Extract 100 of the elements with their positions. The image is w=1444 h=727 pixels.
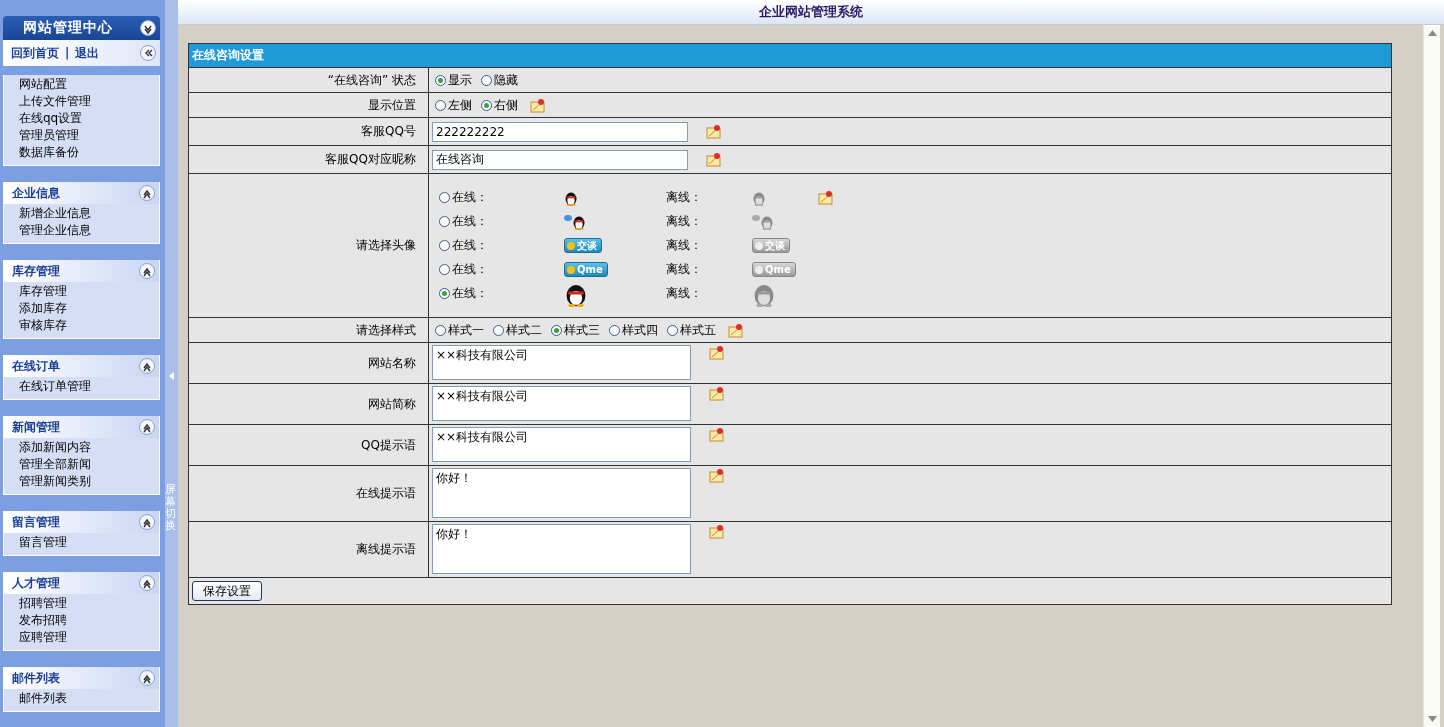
text-area[interactable]: ××科技有限公司 (432, 427, 691, 462)
menu-header[interactable]: 新闻管理 (4, 416, 159, 438)
menu-header[interactable]: 留言管理 (4, 511, 159, 533)
field-label: QQ提示语 (361, 436, 416, 454)
scroll-down-icon[interactable] (1427, 716, 1437, 722)
expand-icon[interactable] (140, 20, 156, 36)
nav-link[interactable]: 退出 (75, 44, 100, 62)
arrow-left-icon (169, 372, 174, 380)
status-badge: Qme (564, 262, 608, 277)
field-label: “在线咨询” 状态 (327, 71, 416, 89)
radio-label: 样式四 (622, 321, 658, 339)
radio-label: 隐藏 (494, 71, 518, 89)
scrollbar[interactable] (1423, 25, 1440, 727)
collapse-icon (139, 514, 155, 530)
collapse-icon (139, 263, 155, 279)
menu-item[interactable]: 网站配置 (19, 76, 159, 93)
menu-title[interactable]: 新闻管理 (12, 418, 60, 436)
menu-title[interactable]: 库存管理 (12, 262, 60, 280)
radio-button[interactable] (493, 324, 504, 336)
radio-label: 离线： (666, 285, 703, 302)
text-field[interactable]: 222222222 (432, 121, 688, 142)
menu-header[interactable]: 库存管理 (4, 260, 159, 282)
edit-note-icon (709, 386, 725, 401)
menu-item[interactable]: 管理企业信息 (19, 222, 159, 239)
text-area[interactable]: ××科技有限公司 (432, 386, 691, 421)
menu-title[interactable]: 留言管理 (12, 513, 60, 531)
radio-button[interactable] (551, 324, 562, 336)
menu-title[interactable]: 在线订单 (12, 357, 60, 375)
field-label: 离线提示语 (356, 541, 416, 558)
menu-title[interactable]: 人才管理 (12, 574, 60, 592)
radio-label: 在线： (452, 261, 488, 278)
sidebar-title: 网站管理中心 (23, 19, 113, 37)
collapse-icon (139, 185, 155, 201)
radio-button[interactable] (439, 240, 450, 251)
field-label: 请选择头像 (356, 237, 416, 254)
status-badge: 交谈 (564, 238, 602, 253)
radio-button[interactable] (439, 288, 450, 299)
radio-button[interactable] (439, 216, 450, 227)
menu-item[interactable]: 留言管理 (19, 534, 159, 551)
radio-button[interactable] (481, 74, 492, 86)
menu-item[interactable]: 上传文件管理 (19, 93, 159, 110)
field-label: 显示位置 (368, 96, 416, 114)
radio-label: 样式五 (680, 321, 716, 339)
radio-label: 显示 (448, 71, 472, 89)
menu-header[interactable]: 邮件列表 (4, 667, 159, 689)
radio-button[interactable] (439, 264, 450, 275)
menu-item[interactable]: 库存管理 (19, 283, 159, 300)
menu-item[interactable]: 发布招聘 (19, 612, 159, 629)
radio-label: 样式一 (448, 321, 484, 339)
radio-button[interactable] (609, 324, 620, 336)
collapse-icon (139, 358, 155, 374)
save-button[interactable]: 保存设置 (192, 581, 262, 601)
radio-label: 在线： (452, 189, 488, 206)
collapse-left-icon (140, 45, 156, 61)
field-label: 网站名称 (368, 354, 416, 372)
collapse-icon (139, 575, 155, 591)
menu-item[interactable]: 在线订单管理 (19, 378, 159, 395)
separator: | (65, 46, 70, 60)
radio-button[interactable] (667, 324, 678, 336)
menu-title[interactable]: 企业信息 (12, 184, 60, 202)
menu-header[interactable]: 人才管理 (4, 572, 159, 594)
edit-note-icon (709, 468, 725, 483)
splitter-label: 屏幕切换 (165, 484, 176, 533)
radio-button[interactable] (435, 74, 446, 86)
edit-note-icon (818, 190, 834, 205)
menu-item[interactable]: 添加库存 (19, 300, 159, 317)
nav-link[interactable]: 回到首页 (11, 44, 59, 62)
radio-label: 离线： (666, 189, 703, 206)
radio-label: 在线： (452, 213, 488, 230)
menu-header[interactable]: 在线订单 (4, 355, 159, 377)
menu-item[interactable]: 添加新闻内容 (19, 439, 159, 456)
menu-item[interactable]: 招聘管理 (19, 595, 159, 612)
menu-item[interactable]: 新增企业信息 (19, 205, 159, 222)
menu-header[interactable]: 企业信息 (4, 182, 159, 204)
scroll-up-icon[interactable] (1427, 30, 1437, 36)
menu-item[interactable]: 管理员管理 (19, 127, 159, 144)
radio-button[interactable] (439, 192, 450, 203)
radio-button[interactable] (481, 99, 492, 111)
menu-title[interactable]: 邮件列表 (12, 669, 60, 687)
text-area[interactable]: 你好！ (432, 468, 691, 518)
radio-label: 样式二 (506, 321, 542, 339)
menu-item[interactable]: 邮件列表 (19, 690, 159, 707)
menu-item[interactable]: 审核库存 (19, 317, 159, 334)
page-title: 企业网站管理系统 (759, 3, 863, 21)
menu-item[interactable]: 数据库备份 (19, 144, 159, 161)
menu-item[interactable]: 应聘管理 (19, 629, 159, 646)
radio-label: 离线： (666, 237, 703, 254)
menu-item[interactable]: 管理全部新闻 (19, 456, 159, 473)
status-badge: Qme (752, 262, 796, 277)
radio-label: 在线： (452, 285, 488, 302)
text-area[interactable]: 你好！ (432, 524, 691, 574)
menu-item[interactable]: 在线qq设置 (19, 110, 159, 127)
radio-button[interactable] (435, 99, 446, 111)
radio-label: 离线： (666, 213, 703, 230)
field-label: 网站简称 (368, 395, 416, 413)
text-field[interactable]: 在线咨询 (432, 149, 688, 170)
radio-button[interactable] (435, 324, 446, 336)
panel-title: 在线咨询设置 (192, 47, 264, 64)
text-area[interactable]: ××科技有限公司 (432, 345, 691, 380)
menu-item[interactable]: 管理新闻类别 (19, 473, 159, 490)
